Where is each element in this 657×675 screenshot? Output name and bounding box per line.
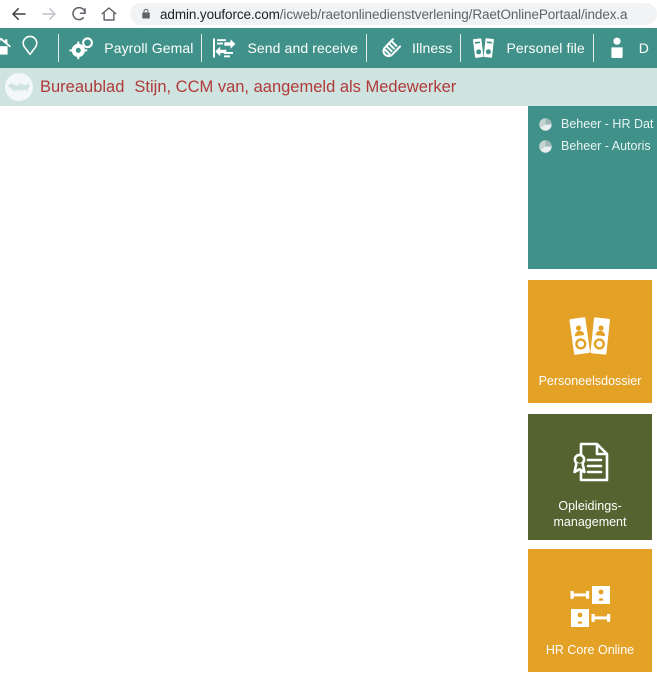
address-bar[interactable]: admin.youforce.com/icweb/raetonlinediens…	[130, 3, 657, 25]
nav-divider	[201, 34, 203, 62]
list-item[interactable]: Beheer - Autoris	[536, 136, 657, 156]
url-path: /icweb/raetonlinedienstverlening/RaetOnl…	[279, 6, 628, 22]
url-host: admin.youforce.com	[160, 6, 280, 22]
nav-divider	[58, 34, 60, 62]
person-icon	[604, 35, 630, 61]
nav-home-button[interactable]	[0, 28, 16, 68]
nav-divider	[366, 34, 368, 62]
nav-item-d[interactable]: D	[594, 28, 657, 68]
app-top-navigation: Payroll Gemal Send and receive Illness P…	[0, 28, 657, 68]
url-text: admin.youforce.com/icweb/raetonlinediens…	[160, 6, 628, 22]
org-chart-icon	[565, 579, 615, 635]
back-button[interactable]	[4, 0, 34, 28]
thermometer-icon	[377, 35, 403, 61]
forward-button[interactable]	[34, 0, 64, 28]
tile-opleidingsmanagement[interactable]: Opleidings- management	[528, 414, 652, 540]
desktop-header-bar: Bureaublad Stijn, CCM van, aangemeld als…	[0, 68, 657, 106]
tile-personeelsdossier[interactable]: Personeelsdossier	[528, 280, 652, 403]
binders-icon	[566, 310, 614, 366]
arrow-left-icon	[10, 5, 28, 23]
reload-icon	[70, 5, 88, 23]
pie-chart-icon	[536, 115, 554, 133]
tile-label: Opleidings- management	[528, 498, 652, 530]
nav-item-label: Personel file	[506, 40, 585, 56]
list-item-label: Beheer - Autoris	[561, 139, 651, 153]
home-icon	[0, 34, 13, 63]
nav-item-label: Illness	[412, 40, 453, 56]
tile-column: Beheer - HR Dat Beheer - Autoris Persone…	[528, 106, 657, 672]
arrow-right-icon	[40, 5, 58, 23]
gears-icon	[69, 35, 95, 61]
page-title: Bureaublad	[40, 77, 125, 96]
admin-links-panel: Beheer - HR Dat Beheer - Autoris	[528, 106, 657, 269]
tile-hr-core-online[interactable]: HR Core Online	[528, 549, 652, 672]
home-icon	[100, 5, 118, 23]
pie-chart-icon	[536, 137, 554, 155]
reload-button[interactable]	[64, 0, 94, 28]
list-item-label: Beheer - HR Dat	[561, 117, 654, 131]
nav-item-personel-file[interactable]: Personel file	[461, 28, 592, 68]
nav-item-label: D	[638, 40, 649, 56]
tile-label-line2: management	[553, 515, 627, 529]
nav-item-illness[interactable]: Illness	[367, 28, 460, 68]
list-item[interactable]: Beheer - HR Dat	[536, 114, 657, 134]
user-status-text: Stijn, CCM van, aangemeld als Medewerker	[134, 77, 457, 96]
nav-item-label: Payroll Gemal	[104, 40, 194, 56]
desktop-content: Beheer - HR Dat Beheer - Autoris Persone…	[0, 106, 657, 675]
tile-label: Personeelsdossier	[538, 374, 642, 388]
binders-icon	[471, 35, 497, 61]
home-button[interactable]	[94, 0, 124, 28]
nav-item-label: Send and receive	[247, 40, 359, 56]
exchange-arrows-icon	[212, 35, 238, 61]
nav-divider	[592, 34, 594, 62]
handshake-icon	[2, 70, 36, 104]
tile-label-line1: Opleidings-	[558, 499, 622, 513]
nav-item-payroll-gemal[interactable]: Payroll Gemal	[59, 28, 201, 68]
lock-icon	[140, 7, 152, 21]
nav-item-send-and-receive[interactable]: Send and receive	[202, 28, 366, 68]
location-pin-icon	[19, 34, 41, 63]
nav-pin-button[interactable]	[16, 28, 44, 68]
certificate-icon	[567, 434, 613, 490]
nav-divider	[460, 34, 462, 62]
browser-toolbar: admin.youforce.com/icweb/raetonlinediens…	[0, 0, 657, 28]
tile-label: HR Core Online	[545, 643, 635, 657]
